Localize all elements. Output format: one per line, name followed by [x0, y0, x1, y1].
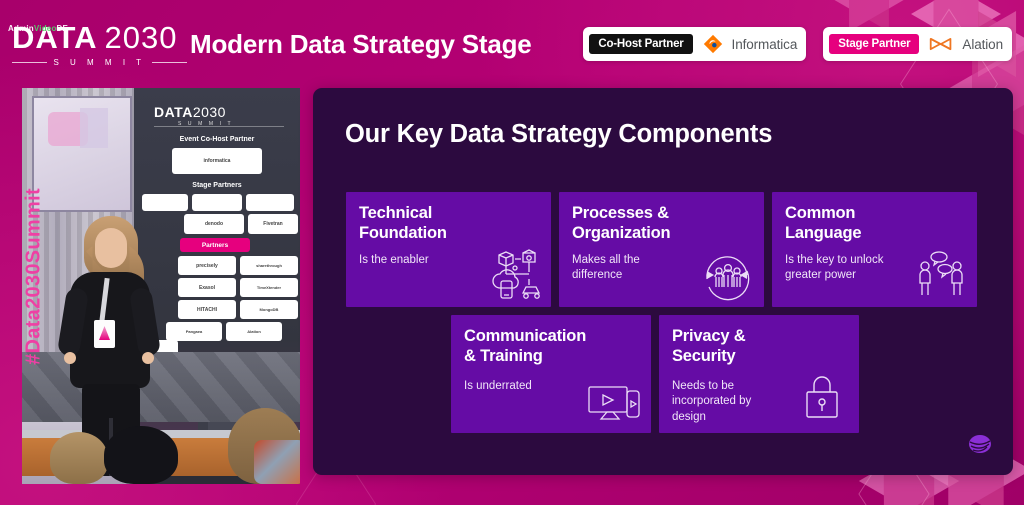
backdrop-partner-precisely: precisely [178, 256, 236, 275]
audience-head [50, 432, 108, 484]
card-technical-foundation[interactable]: Technical Foundation Is the enabler [346, 192, 551, 307]
iot-network-icon [485, 249, 541, 299]
people-cycle-icon [698, 249, 754, 301]
backdrop-cohost-logo: informatica [172, 148, 262, 174]
card-title: Communication & Training [464, 327, 587, 366]
screen-play-icon [585, 375, 641, 425]
backdrop-stage-sponsor-fivetran: Fivetran [248, 214, 298, 234]
card-common-language[interactable]: Common Language Is the key to unlock gre… [772, 192, 977, 307]
card-title: Technical Foundation [359, 204, 447, 243]
cohost-partner-name: Informatica [731, 36, 798, 52]
backdrop-stage-logo-0 [142, 194, 188, 211]
logo-summit-label: S U M M I T [53, 58, 146, 67]
backdrop-stage-logo-2 [246, 194, 294, 211]
alation-icon [929, 36, 953, 52]
backdrop-stage-label: Stage Partners [192, 182, 242, 189]
audience-head [104, 426, 178, 484]
stage-title: Modern Data Strategy Stage [190, 29, 532, 59]
speaker-right-hand [142, 352, 154, 364]
header-bar: AdminVideoDE DATA 2030 S U M M I T Moder… [0, 0, 1024, 88]
card-title: Common Language [785, 204, 862, 243]
speaker-face [95, 228, 127, 268]
card-title: Processes & Organization [572, 204, 671, 243]
backdrop-partner-timextender: TimeXtender [240, 278, 298, 297]
speaker-left-hand [64, 352, 76, 364]
card-subtitle: Is the key to unlock greater power [785, 254, 884, 282]
backdrop-partner-mongodb: MongoDB [240, 300, 298, 319]
card-subtitle: Is the enabler [359, 254, 429, 266]
backdrop-partners-label: Partners [180, 238, 250, 252]
admin-overlay-end-label: DE [56, 24, 69, 33]
speaker-video-feed[interactable]: DATA2030 S U M M I T Event Co-Host Partn… [22, 88, 300, 484]
admin-overlay-green-label: Video [33, 24, 57, 33]
card-row-top: Technical Foundation Is the enabler Proc… [346, 192, 986, 307]
video-side-screen [32, 96, 132, 212]
stage-partner-chip: Stage Partner [829, 34, 920, 54]
backdrop-cohost-label: Event Co-Host Partner [179, 136, 255, 143]
sphere-logo-icon [967, 431, 993, 457]
presentation-slide[interactable]: Our Key Data Strategy Components Technic… [313, 88, 1013, 475]
cohost-partner-chip: Co-Host Partner [589, 34, 693, 54]
backdrop-logo-year: 2030 [192, 104, 226, 120]
card-row-bottom: Communication & Training Is underrated P… [451, 315, 986, 433]
backdrop-partner-exasol: Exasol [178, 278, 236, 297]
padlock-icon [793, 371, 849, 421]
card-subtitle: Needs to be incorporated by design [672, 380, 752, 423]
card-subtitle: Makes all the difference [572, 254, 640, 282]
logo-year: 2030 [104, 20, 178, 55]
backdrop-partner-sharethrough: sharethrough [240, 256, 298, 275]
informatica-icon [703, 34, 723, 54]
card-communication-training[interactable]: Communication & Training Is underrated [451, 315, 651, 433]
backdrop-logo: DATA2030 [154, 104, 226, 120]
backdrop-stage-sponsor-denodo: denodo [184, 214, 244, 234]
stage-partner-badge: Stage Partner Alation [823, 27, 1012, 61]
logo-rule-right [151, 62, 187, 63]
broadcast-stage: AdminVideoDE DATA 2030 S U M M I T Moder… [0, 0, 1024, 505]
people-talking-icon [911, 249, 967, 299]
audience-shoulder [254, 440, 300, 484]
components-card-grid: Technical Foundation Is the enabler Proc… [346, 192, 986, 433]
card-privacy-security[interactable]: Privacy & Security Needs to be incorpora… [659, 315, 859, 433]
card-processes-organization[interactable]: Processes & Organization Makes all the d… [559, 192, 764, 307]
cohost-partner-badge: Co-Host Partner Informatica [583, 27, 807, 61]
stage-partner-name: Alation [962, 36, 1003, 52]
admin-overlay-label: Admin [8, 24, 34, 33]
backdrop-rule [154, 126, 284, 127]
admin-overlay-tag: AdminVideoDE [8, 24, 68, 33]
card-subtitle: Is underrated [464, 380, 532, 392]
side-screen-blob-2 [80, 108, 108, 148]
backdrop-logo-word: DATA [154, 104, 193, 120]
slide-title: Our Key Data Strategy Components [345, 120, 773, 148]
backdrop-partner-hitachi: HITACHI [178, 300, 236, 319]
logo-rule-left [12, 62, 48, 63]
event-hashtag: #Data2030Summit [22, 188, 45, 365]
backdrop-partner-alation: Alation [226, 322, 282, 341]
backdrop-partner-pangaea: Pangaea [166, 322, 222, 341]
speaker-badge [94, 320, 115, 348]
backdrop-stage-logo-1 [192, 194, 242, 211]
card-title: Privacy & Security [672, 327, 746, 366]
sponsor-badges: Co-Host Partner Informatica Stage Partne… [583, 27, 1012, 61]
